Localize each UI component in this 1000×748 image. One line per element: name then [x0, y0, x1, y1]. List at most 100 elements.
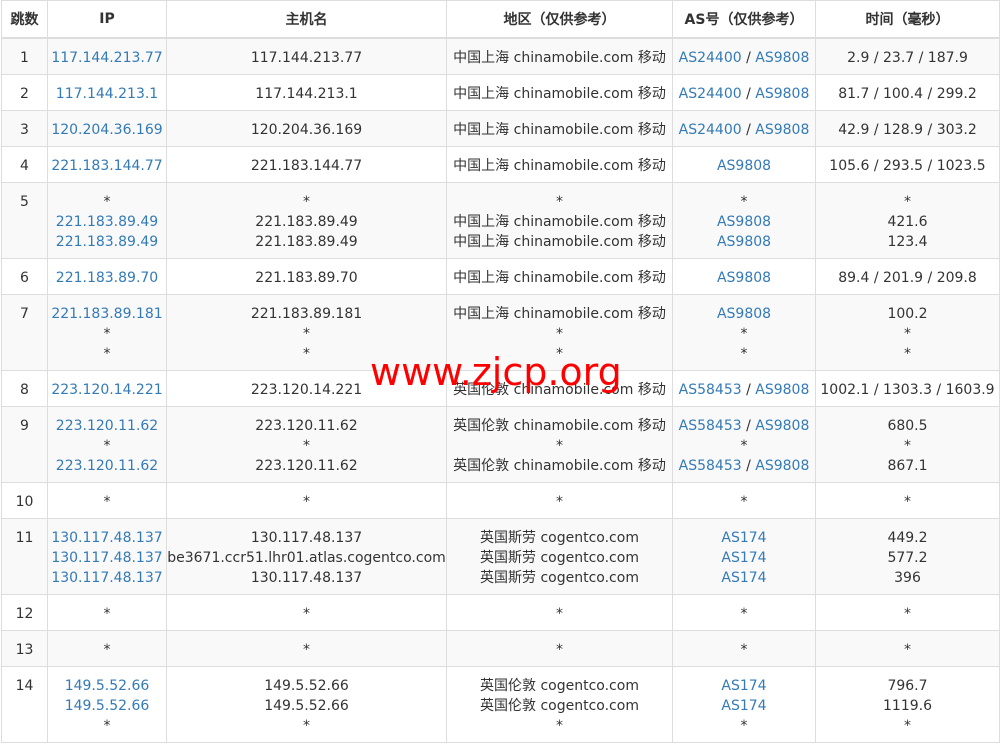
- as-cell: AS9808: [672, 145, 816, 183]
- ip-link[interactable]: 130.117.48.137: [48, 548, 166, 568]
- ip-link[interactable]: 120.204.36.169: [48, 120, 166, 140]
- as-cell: AS24400 / AS9808: [672, 73, 816, 111]
- as-link[interactable]: AS24400: [679, 50, 742, 66]
- hostname-cell: * 221.183.89.49 221.183.89.49: [166, 181, 447, 259]
- ip-link[interactable]: 221.183.89.70: [48, 268, 166, 288]
- as-link[interactable]: AS24400: [679, 122, 742, 138]
- as-link[interactable]: AS174: [721, 570, 766, 586]
- as-link[interactable]: AS174: [721, 550, 766, 566]
- as-link[interactable]: AS9808: [717, 306, 771, 322]
- table-row: 10 * * * * *: [1, 481, 1000, 519]
- as-link[interactable]: AS174: [721, 698, 766, 714]
- region-text: 英国伦敦 cogentco.com: [480, 697, 639, 714]
- as-link[interactable]: AS9808: [755, 86, 809, 102]
- as-link[interactable]: AS9808: [717, 234, 771, 250]
- ip-cell: *: [47, 481, 167, 519]
- region-text: 中国上海 chinamobile.com 移动: [453, 121, 666, 138]
- as-line: AS24400 / AS9808: [673, 48, 815, 68]
- region-cell: 中国上海 chinamobile.com 移动: [446, 257, 673, 295]
- as-line: AS9808: [673, 156, 815, 176]
- as-link[interactable]: AS24400: [679, 86, 742, 102]
- time-cell: 2.9 / 23.7 / 187.9: [815, 37, 1000, 75]
- region-text: *: [556, 717, 563, 734]
- as-line: AS174: [673, 568, 815, 588]
- ip-link[interactable]: 117.144.213.77: [48, 48, 166, 68]
- time-cell: 105.6 / 293.5 / 1023.5: [815, 145, 1000, 183]
- as-line: *: [673, 192, 815, 212]
- region-text: 英国斯劳 cogentco.com: [480, 569, 639, 586]
- as-link[interactable]: AS174: [721, 530, 766, 546]
- ip-cell: 221.183.89.70: [47, 257, 167, 295]
- timeout-marker: *: [740, 345, 748, 362]
- as-link[interactable]: AS9808: [755, 418, 809, 434]
- header-ip: IP: [47, 0, 167, 39]
- ip-link[interactable]: 221.183.89.49: [48, 232, 166, 252]
- as-link[interactable]: AS9808: [717, 158, 771, 174]
- as-link[interactable]: AS58453: [679, 382, 742, 398]
- as-cell: AS24400 / AS9808: [672, 37, 816, 75]
- as-line: *: [673, 492, 815, 512]
- region-cell: 英国伦敦 cogentco.com 英国伦敦 cogentco.com *: [446, 665, 673, 743]
- table-row: 8 223.120.14.221 223.120.14.221 英国伦敦 chinam…: [1, 369, 1000, 407]
- as-line: AS174: [673, 548, 815, 568]
- timeout-marker: *: [740, 193, 748, 210]
- as-link[interactable]: AS9808: [717, 270, 771, 286]
- time-text: *: [904, 345, 911, 362]
- hostname-text: 120.204.36.169: [250, 121, 363, 138]
- time-text: *: [904, 641, 911, 658]
- ip-link[interactable]: 223.120.11.62: [48, 456, 166, 476]
- ip-link[interactable]: 149.5.52.66: [48, 676, 166, 696]
- region-text: 英国伦敦 chinamobile.com 移动: [453, 381, 666, 398]
- as-link[interactable]: AS58453: [679, 458, 742, 474]
- region-text: *: [556, 641, 563, 658]
- ip-cell: * 221.183.89.49 221.183.89.49: [47, 181, 167, 259]
- ip-link[interactable]: 117.144.213.1: [48, 84, 166, 104]
- ip-cell: 223.120.11.62 * 223.120.11.62: [47, 405, 167, 483]
- ip-link[interactable]: 223.120.14.221: [48, 380, 166, 400]
- as-link[interactable]: AS58453: [679, 418, 742, 434]
- ip-link[interactable]: 223.120.11.62: [48, 416, 166, 436]
- hostname-cell: 149.5.52.66 149.5.52.66 *: [166, 665, 447, 743]
- region-cell: 中国上海 chinamobile.com 移动: [446, 145, 673, 183]
- as-link[interactable]: AS9808: [755, 458, 809, 474]
- as-link[interactable]: AS9808: [755, 382, 809, 398]
- ip-link[interactable]: 221.183.89.49: [48, 212, 166, 232]
- ip-cell: 221.183.144.77: [47, 145, 167, 183]
- region-text: 中国上海 chinamobile.com 移动: [453, 85, 666, 102]
- region-text: 英国伦敦 chinamobile.com 移动: [453, 457, 666, 474]
- hostname-text: 221.183.89.181: [250, 305, 363, 322]
- ip-cell: 117.144.213.77: [47, 37, 167, 75]
- region-cell: 中国上海 chinamobile.com 移动: [446, 109, 673, 147]
- table-row: 3 120.204.36.169 120.204.36.169 中国上海 chinam…: [1, 109, 1000, 147]
- table-row: 1 117.144.213.77 117.144.213.77 中国上海 chinam…: [1, 37, 1000, 75]
- ip-link[interactable]: 221.183.89.181: [48, 304, 166, 324]
- table-row: 7 221.183.89.181 * * 221.183.89.181 * * 中国上海 ch…: [1, 293, 1000, 371]
- as-link[interactable]: AS174: [721, 678, 766, 694]
- traceroute-table: 跳数 IP 主机名 地区（仅供参考） AS号（仅供参考） 时间（毫秒） 1 117…: [1, 0, 1000, 743]
- timeout-marker: *: [740, 325, 748, 342]
- region-cell: *: [446, 629, 673, 667]
- hostname-text: 149.5.52.66: [264, 697, 349, 714]
- hostname-text: 149.5.52.66: [264, 677, 349, 694]
- as-line: AS58453 / AS9808: [673, 416, 815, 436]
- ip-link[interactable]: 221.183.144.77: [48, 156, 166, 176]
- as-line: AS24400 / AS9808: [673, 84, 815, 104]
- hostname-cell: *: [166, 593, 447, 631]
- as-link[interactable]: AS9808: [717, 214, 771, 230]
- time-text: 105.6 / 293.5 / 1023.5: [829, 157, 986, 174]
- ip-link[interactable]: 130.117.48.137: [48, 568, 166, 588]
- as-separator: /: [741, 381, 756, 398]
- time-text: 123.4: [887, 233, 928, 250]
- as-link[interactable]: AS9808: [755, 50, 809, 66]
- hostname-text: *: [303, 641, 310, 658]
- ip-link[interactable]: 130.117.48.137: [48, 528, 166, 548]
- time-cell: *: [815, 629, 1000, 667]
- time-text: 1002.1 / 1303.3 / 1603.9: [820, 381, 995, 398]
- region-cell: 英国斯劳 cogentco.com 英国斯劳 cogentco.com 英国斯劳 c…: [446, 517, 673, 595]
- as-link[interactable]: AS9808: [755, 122, 809, 138]
- time-text: 2.9 / 23.7 / 187.9: [847, 50, 968, 66]
- table-row: 4 221.183.144.77 221.183.144.77 中国上海 chinam…: [1, 145, 1000, 183]
- header-region: 地区（仅供参考）: [446, 0, 673, 39]
- ip-link[interactable]: 149.5.52.66: [48, 696, 166, 716]
- time-text: 796.7: [887, 677, 928, 694]
